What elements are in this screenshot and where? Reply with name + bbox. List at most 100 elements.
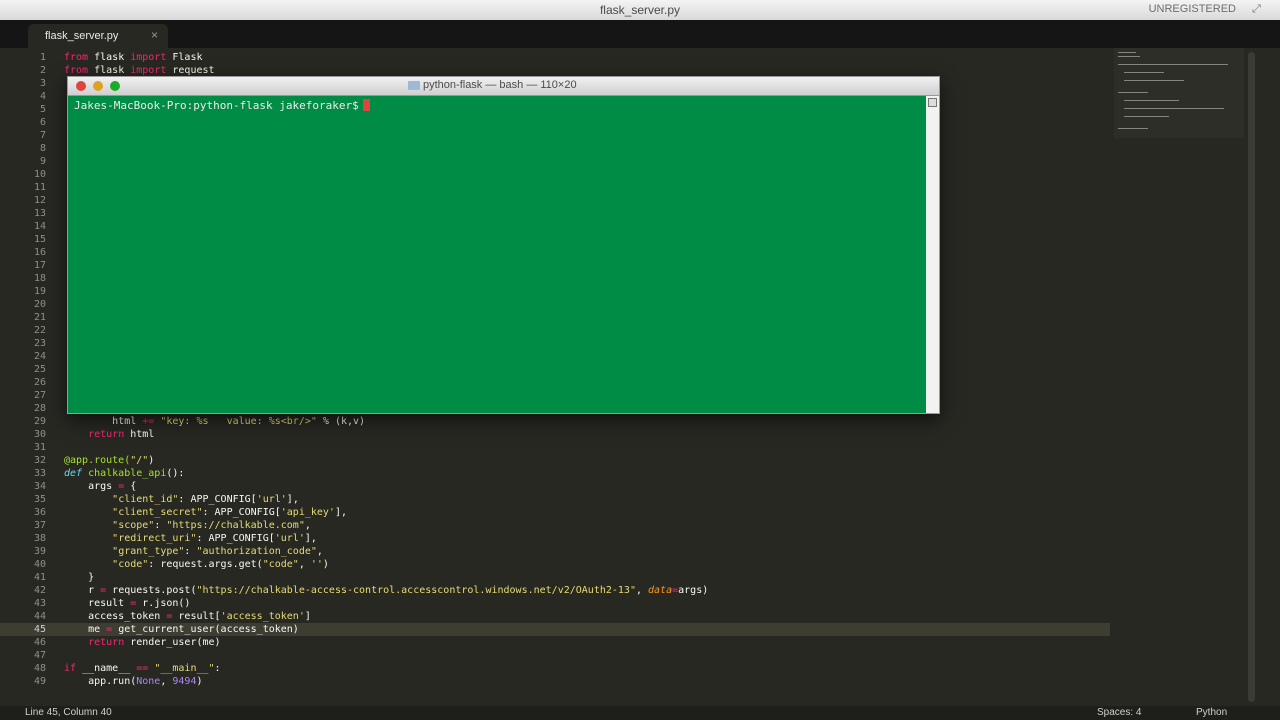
- minimap-line: [1124, 100, 1179, 101]
- code-line-48: if __name__ == "__main__":: [64, 663, 221, 674]
- window-title: flask_server.py: [599, 3, 681, 17]
- line-number: 20: [33, 299, 46, 310]
- line-number: 8: [39, 143, 46, 154]
- code-line-35: "client_id": APP_CONFIG['url'],: [112, 494, 299, 505]
- line-number: 34: [33, 481, 46, 492]
- terminal-scrollbar[interactable]: [926, 96, 939, 413]
- line-number: 42: [33, 585, 46, 596]
- line-number: 4: [39, 91, 46, 102]
- line-number: 37: [33, 520, 46, 531]
- folder-icon: [408, 81, 420, 90]
- code-line-40: "code": request.args.get("code", ''): [112, 559, 329, 570]
- zoom-button[interactable]: [110, 81, 120, 91]
- line-number: 22: [33, 325, 46, 336]
- line-number: 14: [33, 221, 46, 232]
- minimap-line: [1118, 56, 1140, 57]
- editor-scrollbar[interactable]: [1248, 52, 1255, 702]
- tab-label: flask_server.py: [45, 30, 119, 42]
- indentation-setting[interactable]: Spaces: 4: [1097, 707, 1141, 718]
- line-number: 29: [33, 416, 46, 427]
- unregistered-label: UNREGISTERED: [1148, 3, 1236, 15]
- minimap[interactable]: [1114, 48, 1244, 138]
- line-number: 21: [33, 312, 46, 323]
- close-icon[interactable]: ×: [151, 28, 158, 42]
- line-number: 15: [33, 234, 46, 245]
- line-number: 30: [33, 429, 46, 440]
- line-number: 35: [33, 494, 46, 505]
- line-number: 39: [33, 546, 46, 557]
- minimap-line: [1118, 128, 1148, 129]
- line-number: 32: [33, 455, 46, 466]
- line-number: 43: [33, 598, 46, 609]
- line-number: 41: [33, 572, 46, 583]
- code-line-39: "grant_type": "authorization_code",: [112, 546, 323, 557]
- line-number: 47: [33, 650, 46, 661]
- code-line-42: r = requests.post("https://chalkable-acc…: [64, 585, 709, 596]
- cursor-position: Line 45, Column 40: [25, 707, 112, 718]
- code-line-34: args = {: [64, 481, 137, 492]
- text-cursor: [362, 99, 370, 111]
- terminal-window[interactable]: python-flask — bash — 110×20 Jakes-MacBo…: [67, 76, 940, 414]
- code-line-32: @app.route("/"): [64, 455, 155, 466]
- code-line-43: result = r.json(): [64, 598, 191, 609]
- line-number: 23: [33, 338, 46, 349]
- minimap-line: [1124, 72, 1164, 73]
- minimap-line: [1124, 80, 1184, 81]
- line-number: 45: [33, 624, 46, 635]
- line-number: 7: [39, 130, 46, 141]
- minimap-line: [1124, 108, 1224, 109]
- code-line-49: app.run(None, 9494): [64, 676, 203, 687]
- tab-flask-server[interactable]: flask_server.py ×: [28, 24, 168, 48]
- line-number: 40: [33, 559, 46, 570]
- code-line-41: }: [64, 572, 95, 583]
- minimap-line: [1124, 116, 1169, 117]
- tab-bar: flask_server.py ×: [0, 20, 1280, 48]
- line-number: 28: [33, 403, 46, 414]
- fullscreen-icon[interactable]: ⤢: [1252, 3, 1264, 15]
- line-number: 18: [33, 273, 46, 284]
- line-number: 17: [33, 260, 46, 271]
- line-number: 9: [39, 156, 46, 167]
- minimap-line: [1118, 92, 1148, 93]
- shell-prompt: Jakes-MacBook-Pro:python-flask jakeforak…: [74, 99, 359, 112]
- line-number: 48: [33, 663, 46, 674]
- line-number: 1: [39, 52, 46, 63]
- line-number: 10: [33, 169, 46, 180]
- syntax-selector[interactable]: Python: [1196, 707, 1227, 718]
- status-bar: Line 45, Column 40 Spaces: 4 Python: [0, 706, 1280, 720]
- line-number: 16: [33, 247, 46, 258]
- line-number: 49: [33, 676, 46, 687]
- scroll-resize-icon[interactable]: [928, 98, 937, 107]
- shell-prompt-line: Jakes-MacBook-Pro:python-flask jakeforak…: [74, 99, 370, 112]
- terminal-content[interactable]: Jakes-MacBook-Pro:python-flask jakeforak…: [68, 96, 926, 413]
- minimap-line: [1118, 52, 1136, 53]
- code-line-45: me = get_current_user(access_token): [64, 624, 299, 635]
- code-line-33: def chalkable_api():: [64, 468, 185, 479]
- code-line-46: return render_user(me): [88, 637, 221, 648]
- code-line-44: access_token = result['access_token']: [64, 611, 311, 622]
- line-number: 19: [33, 286, 46, 297]
- line-number: 38: [33, 533, 46, 544]
- terminal-titlebar[interactable]: python-flask — bash — 110×20: [68, 77, 939, 96]
- code-line-30: return html: [88, 429, 155, 440]
- app-titlebar: flask_server.py UNREGISTERED ⤢: [0, 0, 1280, 21]
- code-line-29: html += "key: %s value: %s<br/>" % (k,v): [64, 416, 366, 427]
- line-number-gutter: 1 2 3 4 5 6 7 8 9 10 11 12 13 14 15 16 17 18 19 20 21 22 23 24 2…: [0, 48, 54, 706]
- minimap-line: [1118, 64, 1228, 65]
- line-number: 26: [33, 377, 46, 388]
- line-number: 2: [39, 65, 46, 76]
- minimize-button[interactable]: [93, 81, 103, 91]
- line-number: 5: [39, 104, 46, 115]
- close-button[interactable]: [76, 81, 86, 91]
- line-number: 24: [33, 351, 46, 362]
- line-number: 11: [33, 182, 46, 193]
- line-number: 12: [33, 195, 46, 206]
- line-number: 3: [39, 78, 46, 89]
- code-line-36: "client_secret": APP_CONFIG['api_key'],: [112, 507, 347, 518]
- line-number: 33: [33, 468, 46, 479]
- line-number: 25: [33, 364, 46, 375]
- line-number: 46: [33, 637, 46, 648]
- line-number: 27: [33, 390, 46, 401]
- line-number: 13: [33, 208, 46, 219]
- code-line-37: "scope": "https://chalkable.com",: [112, 520, 311, 531]
